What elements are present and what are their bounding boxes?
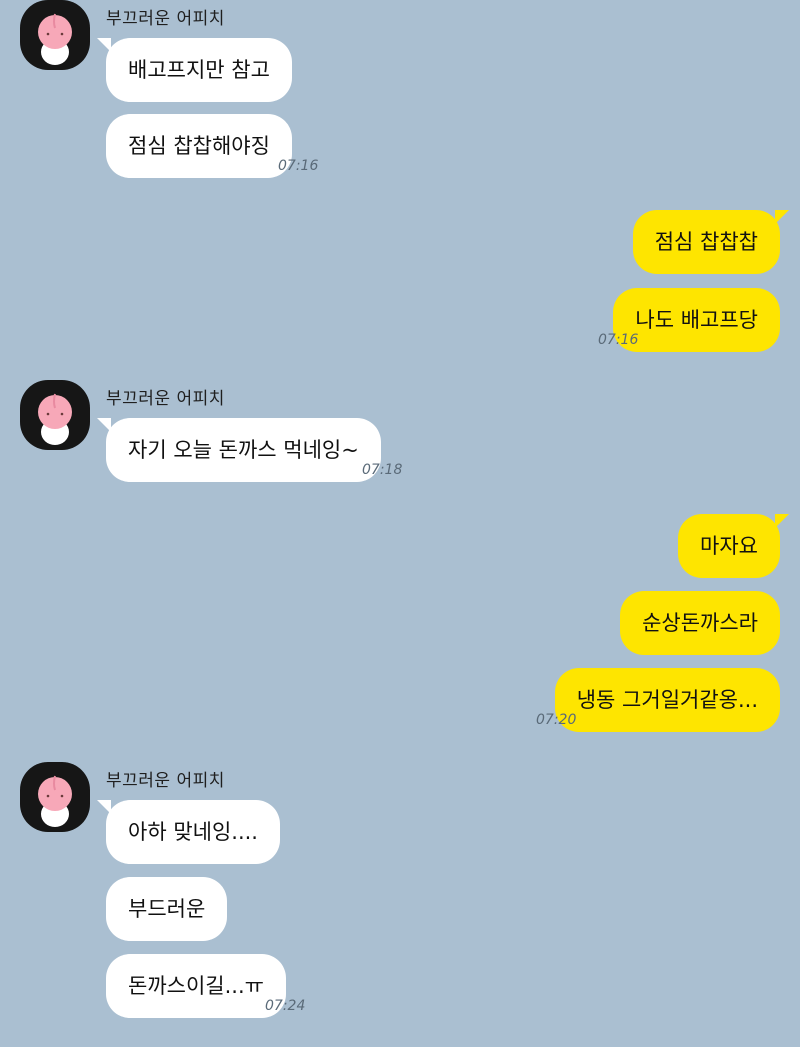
message-bubble[interactable]: 나도 배고프당 <box>613 288 780 352</box>
message-timestamp: 07:16 <box>598 332 639 348</box>
contact-avatar[interactable] <box>20 0 90 70</box>
message-bubble[interactable]: 냉동 그거일거같옹... <box>554 668 780 732</box>
contact-name: 부끄러운 어피치 <box>106 389 225 409</box>
message-bubble[interactable]: 배고프지만 참고 <box>97 38 292 102</box>
contact-avatar[interactable] <box>20 762 90 832</box>
contact-avatar[interactable] <box>20 380 90 450</box>
contact-name: 부끄러운 어피치 <box>106 771 225 791</box>
message-bubble[interactable]: 마자요 <box>678 514 789 578</box>
message-bubble[interactable]: 부드러운 <box>106 877 228 941</box>
contact-name: 부끄러운 어피치 <box>106 9 225 29</box>
message-bubble[interactable]: 순상돈까스라 <box>620 591 780 655</box>
peach-character-icon <box>38 13 72 65</box>
message-timestamp: 07:20 <box>536 712 577 728</box>
message-timestamp: 07:24 <box>265 998 306 1014</box>
message-timestamp: 07:18 <box>362 462 403 478</box>
peach-character-icon <box>38 775 72 827</box>
message-bubble[interactable]: 점심 찹찹해야징 <box>106 114 292 178</box>
message-bubble[interactable]: 점심 찹찹찹 <box>632 210 790 274</box>
message-bubble[interactable]: 돈까스이길...ㅠ <box>106 954 286 1018</box>
message-timestamp: 07:16 <box>278 158 319 174</box>
message-bubble[interactable]: 자기 오늘 돈까스 먹네잉~ <box>97 418 381 482</box>
peach-character-icon <box>38 393 72 445</box>
message-bubble[interactable]: 아하 맞네잉.... <box>97 800 280 864</box>
